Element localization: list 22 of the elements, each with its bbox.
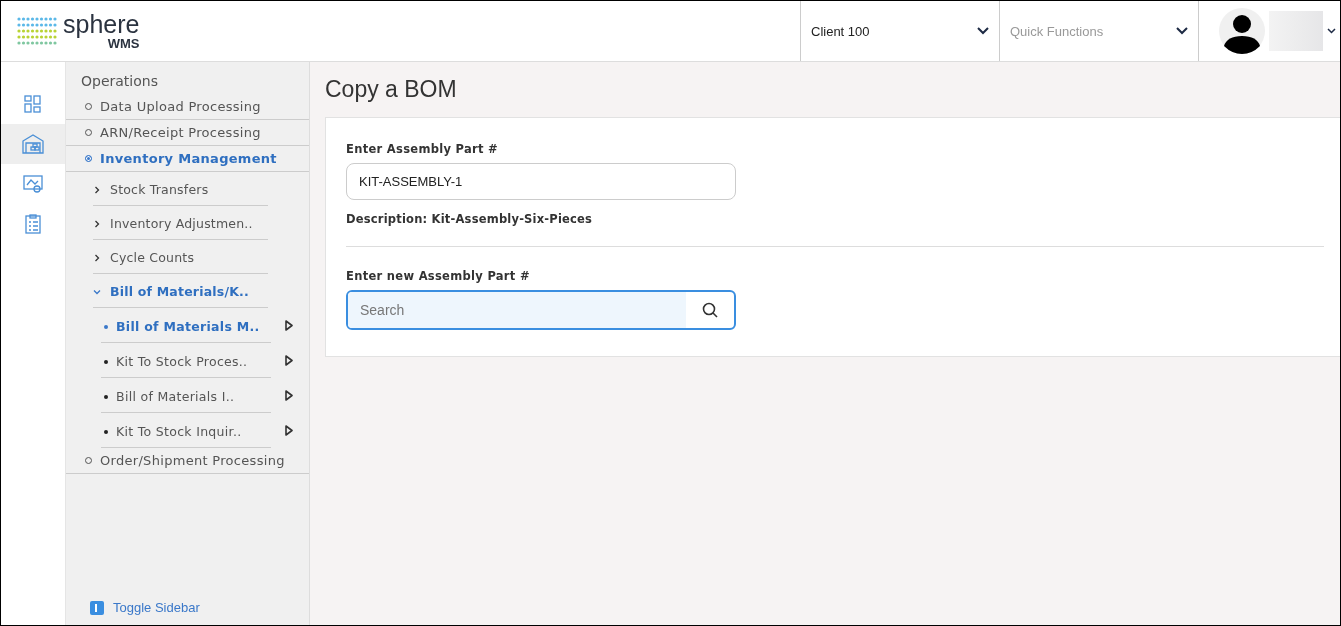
sidebar-leaf-item[interactable]: Bill of Materials I.. xyxy=(101,378,271,413)
sidebar-leaf-item[interactable]: Bill of Materials M.. xyxy=(101,308,271,343)
sidebar-subitem[interactable]: Stock Transfers xyxy=(93,172,268,206)
sidebar-leaf-item[interactable]: Kit To Stock Inquir.. xyxy=(101,413,271,448)
sidebar-item[interactable]: Data Upload Processing xyxy=(66,94,309,120)
search-field[interactable]: Search xyxy=(346,290,736,330)
sidebar-heading: Operations xyxy=(80,72,159,91)
sidebar-item[interactable]: Order/Shipment Processing xyxy=(66,448,309,474)
field-label: Enter Assembly Part # xyxy=(346,142,500,156)
assembly-part-field[interactable]: KIT-ASSEMBLY-1 xyxy=(346,163,736,200)
field-label: Enter new Assembly Part # xyxy=(346,269,531,283)
sidebar-subitem[interactable]: Inventory Adjustmen.. xyxy=(93,206,268,240)
toggle-sidebar-link[interactable]: Toggle Sidebar xyxy=(66,600,309,625)
logo-wordmark: sphere xyxy=(63,12,140,37)
description-text: Description: Kit-Assembly-Six-Pieces xyxy=(346,212,594,226)
page-title: Copy a BOM xyxy=(325,76,458,103)
sidebar-subitem[interactable]: Cycle Counts xyxy=(93,240,268,274)
sidebar-item[interactable]: ARN/Receipt Processing xyxy=(66,120,309,146)
logo-subtitle: WMS xyxy=(107,37,140,50)
sidebar-leaf-item[interactable]: Kit To Stock Proces.. xyxy=(101,343,271,378)
sidebar-item[interactable]: Inventory Management xyxy=(66,146,309,172)
sidebar-subitem[interactable]: Bill of Materials/K.. xyxy=(93,274,268,308)
